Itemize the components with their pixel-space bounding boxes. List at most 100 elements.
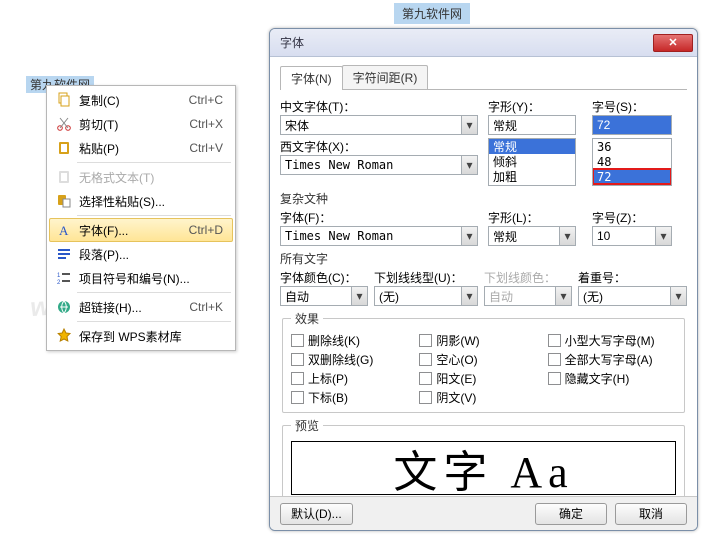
close-button[interactable]: ✕ — [653, 34, 693, 52]
complex-style-label: 字形(L)： — [488, 209, 576, 226]
complex-style-value: 常规 — [489, 228, 559, 245]
menu-item[interactable]: 选择性粘贴(S)... — [49, 189, 233, 213]
complex-size-label: 字号(Z)： — [592, 209, 672, 226]
style-option[interactable]: 常规 — [489, 139, 575, 154]
paste-icon — [53, 137, 75, 159]
effect-label: 删除线(K) — [308, 332, 360, 349]
menu-item[interactable]: 复制(C)Ctrl+C — [49, 88, 233, 112]
tab-spacing[interactable]: 字符间距(R) — [342, 65, 429, 89]
cancel-button[interactable]: 取消 — [615, 503, 687, 525]
effect-checkbox[interactable]: 删除线(K) — [291, 332, 419, 349]
complex-size-combo[interactable]: 10 ▾ — [592, 226, 672, 246]
size-listbox[interactable]: 364872 — [592, 138, 672, 186]
emph-combo[interactable]: (无) ▾ — [578, 286, 687, 306]
effect-checkbox[interactable]: 阴影(W) — [419, 332, 547, 349]
cn-font-combo[interactable]: 宋体 ▾ — [280, 115, 478, 135]
menu-item-label: 粘贴(P) — [79, 140, 189, 157]
ulcolor-combo: 自动 ▾ — [484, 286, 572, 306]
menu-item-label: 段落(P)... — [79, 246, 229, 263]
checkbox-icon — [548, 353, 561, 366]
chevron-down-icon: ▾ — [655, 227, 671, 245]
complex-size-value: 10 — [593, 229, 655, 243]
ulstyle-value: (无) — [375, 288, 461, 305]
effect-label: 阳文(E) — [436, 370, 476, 387]
effects-group: 效果 删除线(K) 阴影(W) 小型大写字母(M) 双删除线(G) 空心(O) 全部大写字… — [282, 310, 685, 413]
checkbox-icon — [419, 391, 432, 404]
effect-checkbox[interactable]: 全部大写字母(A) — [548, 351, 676, 368]
chevron-down-icon: ▾ — [670, 287, 686, 305]
menu-item-shortcut: Ctrl+D — [189, 223, 229, 237]
complex-font-value: Times New Roman — [281, 229, 461, 243]
close-icon: ✕ — [668, 36, 677, 49]
chevron-down-icon: ▾ — [461, 227, 477, 245]
menu-item[interactable]: 剪切(T)Ctrl+X — [49, 112, 233, 136]
effect-label: 下标(B) — [308, 389, 348, 406]
menu-item[interactable]: 段落(P)... — [49, 242, 233, 266]
size-label: 字号(S)： — [592, 98, 672, 115]
preview-title: 预览 — [291, 417, 323, 434]
effect-checkbox[interactable]: 阳文(E) — [419, 370, 547, 387]
menu-item-label: 字体(F)... — [79, 222, 189, 239]
menu-item-label: 保存到 WPS素材库 — [79, 328, 229, 345]
para-icon — [53, 243, 75, 265]
effect-checkbox[interactable]: 隐藏文字(H) — [548, 370, 676, 387]
effect-checkbox[interactable]: 空心(O) — [419, 351, 547, 368]
style-listbox[interactable]: 常规倾斜加粗 — [488, 138, 576, 186]
ulstyle-combo[interactable]: (无) ▾ — [374, 286, 478, 306]
svg-text:A: A — [59, 223, 69, 238]
size-option[interactable]: 36 — [593, 139, 671, 154]
effect-label: 上标(P) — [308, 370, 348, 387]
checkbox-icon — [291, 372, 304, 385]
checkbox-icon — [291, 353, 304, 366]
effect-checkbox[interactable]: 小型大写字母(M) — [548, 332, 676, 349]
menu-item-shortcut: Ctrl+K — [189, 300, 229, 314]
chevron-down-icon: ▾ — [559, 227, 575, 245]
font-dialog: 字体 ✕ 字体(N) 字符间距(R) 中文字体(T)： 宋体 ▾ 字形(Y)： … — [269, 28, 698, 531]
color-label: 字体颜色(C)： — [280, 269, 368, 286]
style-value: 常规 — [489, 117, 575, 134]
size-value: 72 — [593, 118, 671, 132]
save-icon — [53, 325, 75, 347]
complex-font-label: 字体(F)： — [280, 209, 478, 226]
effect-checkbox[interactable]: 上标(P) — [291, 370, 419, 387]
style-option[interactable]: 倾斜 — [489, 154, 575, 169]
nopaste-icon — [53, 166, 75, 188]
size-option[interactable]: 72 — [593, 169, 671, 184]
effect-label: 阴文(V) — [436, 389, 476, 406]
complex-style-combo[interactable]: 常规 ▾ — [488, 226, 576, 246]
checkbox-icon — [419, 334, 432, 347]
chevron-down-icon: ▾ — [351, 287, 367, 305]
style-option[interactable]: 加粗 — [489, 169, 575, 184]
ok-button[interactable]: 确定 — [535, 503, 607, 525]
tab-font[interactable]: 字体(N) — [280, 66, 343, 90]
effect-label: 空心(O) — [436, 351, 477, 368]
menu-item-label: 项目符号和编号(N)... — [79, 270, 229, 287]
style-textbox[interactable]: 常规 — [488, 115, 576, 135]
menu-item-label: 复制(C) — [79, 92, 189, 109]
number-icon: 12 — [53, 267, 75, 289]
effect-checkbox[interactable]: 阴文(V) — [419, 389, 547, 406]
effect-checkbox[interactable]: 下标(B) — [291, 389, 419, 406]
effects-title: 效果 — [291, 310, 323, 327]
size-option[interactable]: 48 — [593, 154, 671, 169]
menu-item-shortcut: Ctrl+V — [189, 141, 229, 155]
color-combo[interactable]: 自动 ▾ — [280, 286, 368, 306]
cn-font-label: 中文字体(T)： — [280, 98, 478, 115]
titlebar[interactable]: 字体 ✕ — [270, 29, 697, 57]
menu-item[interactable]: 12项目符号和编号(N)... — [49, 266, 233, 290]
dialog-title: 字体 — [280, 34, 653, 51]
menu-item[interactable]: 粘贴(P)Ctrl+V — [49, 136, 233, 160]
complex-font-combo[interactable]: Times New Roman ▾ — [280, 226, 478, 246]
size-textbox[interactable]: 72 — [592, 115, 672, 135]
menu-item[interactable]: 超链接(H)...Ctrl+K — [49, 295, 233, 319]
west-font-value: Times New Roman — [281, 158, 461, 172]
menu-item[interactable]: A 字体(F)...Ctrl+D — [49, 218, 233, 242]
chevron-down-icon: ▾ — [461, 116, 477, 134]
effect-checkbox[interactable]: 双删除线(G) — [291, 351, 419, 368]
default-button[interactable]: 默认(D)... — [280, 503, 353, 525]
effect-label: 小型大写字母(M) — [565, 332, 655, 349]
style-label: 字形(Y)： — [488, 98, 576, 115]
button-bar: 默认(D)... 确定 取消 — [270, 496, 697, 530]
menu-item[interactable]: 保存到 WPS素材库 — [49, 324, 233, 348]
west-font-combo[interactable]: Times New Roman ▾ — [280, 155, 478, 175]
